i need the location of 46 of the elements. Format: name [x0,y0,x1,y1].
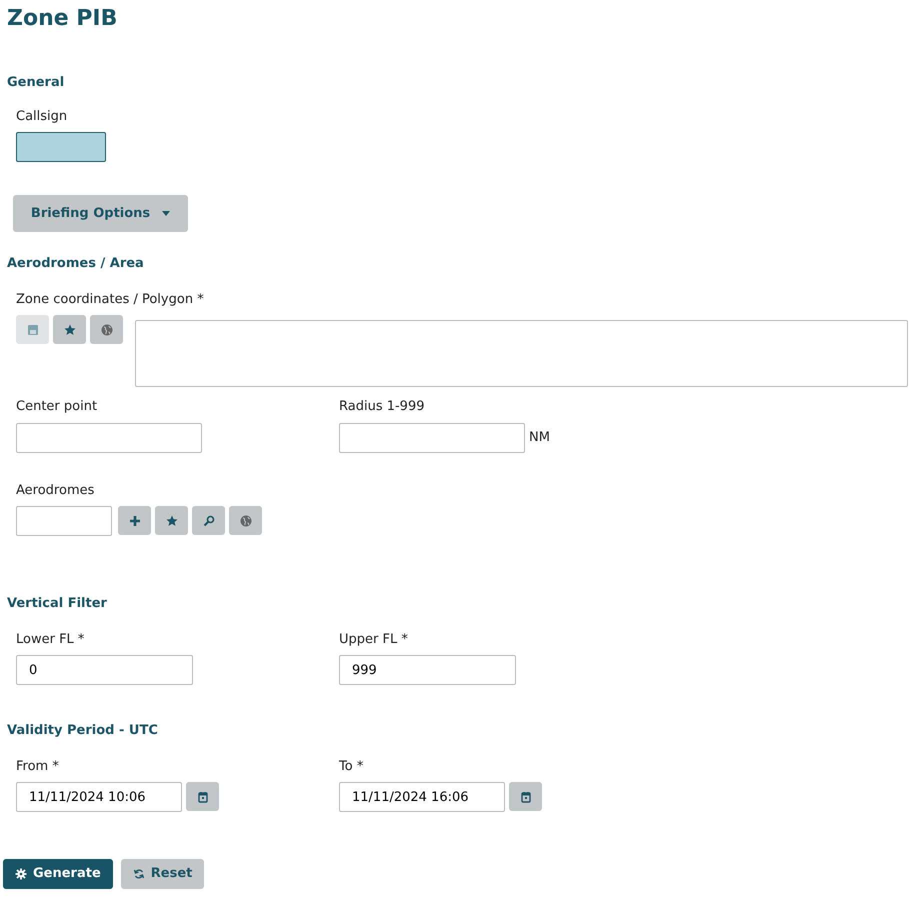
center-point-field[interactable] [16,422,202,452]
plus-icon [128,514,140,526]
save-icon [26,324,38,336]
aerodromes-field[interactable] [16,506,112,536]
radius-field[interactable] [339,422,525,452]
field-label: Zone coordinates / Polygon * [16,290,205,308]
search-icon [202,514,214,526]
star-button[interactable] [155,506,188,535]
section-heading: Vertical Filter [7,595,108,613]
section-heading: Validity Period - UTC [7,722,159,740]
field-label: Radius 1-999 [339,398,426,416]
lower-fl-field[interactable]: 0 [16,655,193,685]
unit-label: NM [529,428,550,447]
globe-icon [240,514,252,526]
to-date-field[interactable]: 11/11/2024 16:06 [339,782,505,812]
star-icon [64,324,76,336]
globe-button[interactable] [90,315,123,344]
section-heading: General [7,74,66,92]
field-label: Aerodromes [16,482,96,500]
globe-button[interactable] [229,506,262,535]
from-date-field[interactable]: 11/11/2024 10:06 [16,782,182,812]
callsign-field[interactable] [16,132,106,162]
refresh-icon [132,868,145,880]
calendar-icon [196,790,208,802]
field-label: Upper FL * [339,630,409,648]
field-label: From * [16,758,60,776]
field-label: To * [339,758,364,776]
gear-icon [15,868,27,880]
calendar-button[interactable] [509,782,542,811]
field-label: Center point [16,398,98,416]
caret-icon [162,211,170,216]
reset-button[interactable]: Reset [120,859,204,889]
generate-button[interactable]: Generate [3,859,113,889]
briefing-options-button[interactable]: Briefing Options [13,195,188,232]
calendar-button[interactable] [186,782,219,811]
upper-fl-field[interactable]: 999 [339,655,516,685]
star-icon [166,514,178,526]
search-button[interactable] [192,506,225,535]
plus-button[interactable] [118,506,151,535]
field-label: Lower FL * [16,630,86,648]
section-heading: Aerodromes / Area [7,255,145,273]
field-label: Callsign [16,108,68,126]
page-title: Zone PIB [7,5,118,33]
calendar-icon [520,790,532,802]
globe-icon [100,324,112,336]
star-button[interactable] [53,315,86,344]
